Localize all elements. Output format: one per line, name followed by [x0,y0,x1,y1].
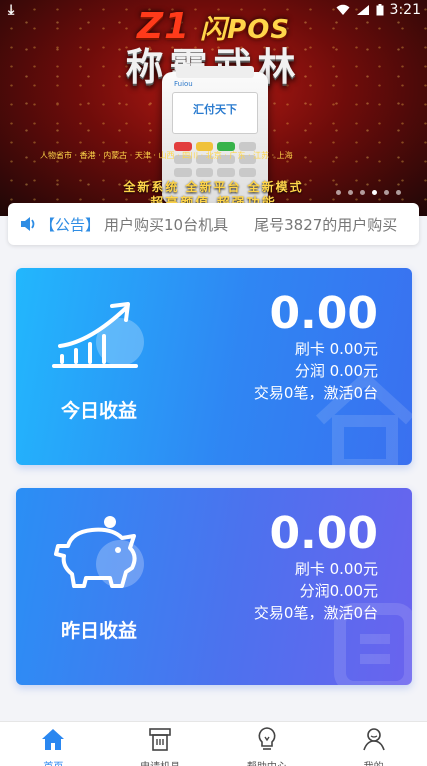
banner-dot[interactable] [348,190,353,195]
status-bar: ⤓ 3:21 [0,0,427,22]
today-card-swipe: 刷卡 0.00元 [294,340,378,358]
banner-dot[interactable] [372,190,377,195]
nav-item-home[interactable]: 首页 [0,722,107,766]
home-icon [42,729,65,750]
signal-icon [356,5,369,15]
download-icon: ⤓ [8,2,15,18]
nav-item-help[interactable]: 帮助中心 [214,722,321,766]
nav-item-apply-device[interactable]: 申请机具 [107,722,214,766]
wifi-icon [336,4,350,15]
pos-screen: 汇付天下 [172,92,258,134]
today-transaction-summary: 交易0笔，激活0台 [253,384,378,402]
announcement-message: 尾号3827的用户购买 [254,215,398,234]
banner-dot[interactable] [336,190,341,195]
announcement-bar[interactable]: 【公告】 用户购买10台机具 尾号3827的用户购买 [8,203,419,245]
pos-screen-logo: 汇付天下 [193,103,237,116]
today-profit-share: 分润 0.00元 [294,362,378,380]
banner-page-indicator[interactable] [336,190,401,195]
banner-dot[interactable] [360,190,365,195]
growth-chart-icon [52,302,144,368]
pos-paper [176,66,254,78]
battery-icon [376,4,384,16]
nav-label-home: 首页 [0,758,107,766]
promo-banner[interactable]: Z1 闪POS 称霸武林 Fuiou 汇付天下 人物省市 · 香港 · 内蒙古 … [0,0,427,216]
today-earnings-title: 今日收益 [60,400,137,422]
pos-terminal-icon [149,728,171,751]
announcement-message: 用户购买10台机具 [104,215,229,234]
user-icon [362,728,385,751]
nav-label-apply-device: 申请机具 [107,758,214,766]
bottom-navigation: 首页 申请机具 帮助中心 我的 [0,721,427,766]
today-earnings-card[interactable]: 今日收益 0.00 刷卡 0.00元 分润 0.00元 交易0笔，激活0台 [16,268,412,465]
banner-dot[interactable] [396,190,401,195]
yesterday-card-swipe: 刷卡 0.00元 [294,560,378,578]
yesterday-earnings-card[interactable]: 昨日收益 0.00 刷卡 0.00元 分润0.00元 交易0笔，激活0台 [16,488,412,685]
nav-item-mine[interactable]: 我的 [320,722,427,766]
announcement-label: 【公告】 [40,215,101,234]
nav-label-help: 帮助中心 [214,758,321,766]
yesterday-earnings-title: 昨日收益 [60,620,137,642]
lightbulb-icon [258,727,276,750]
yesterday-profit-share: 分润0.00元 [299,582,378,600]
banner-dot[interactable] [384,190,389,195]
yesterday-transaction-summary: 交易0笔，激活0台 [253,604,378,622]
speaker-icon [21,217,35,231]
nav-label-mine: 我的 [320,758,427,766]
piggy-bank-icon [54,516,144,588]
yesterday-earnings-amount: 0.00 [269,508,378,559]
announcement-ticker: 用户购买10台机具 尾号3827的用户购买 [104,214,404,235]
status-time: 3:21 [389,2,421,18]
today-earnings-amount: 0.00 [269,288,378,339]
banner-tag-line: 人物省市 · 香港 · 内蒙古 · 天津 · 山西 · 四川 · 北京 · 广东… [40,151,293,160]
pos-device-brand: Fuiou [174,80,193,88]
